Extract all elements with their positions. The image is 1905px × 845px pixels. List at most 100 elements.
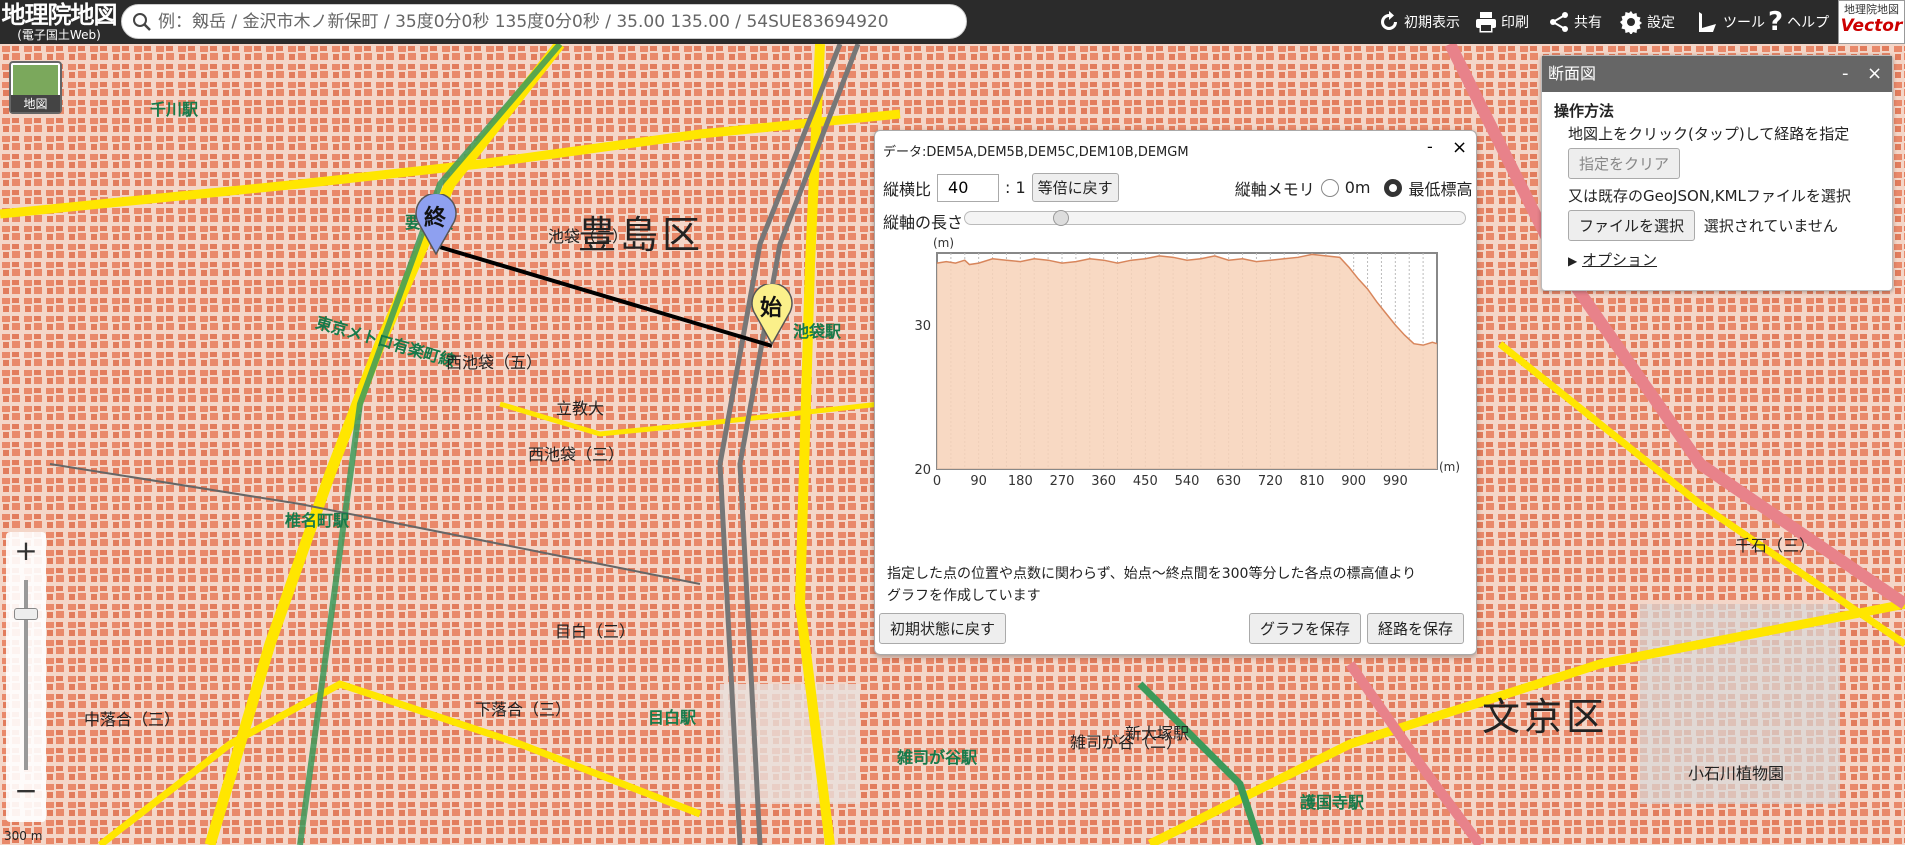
japan-map-icon [13, 65, 58, 99]
vertical-length-knob[interactable] [1053, 210, 1069, 226]
share-label: 共有 [1574, 15, 1602, 31]
radio-0m-label: 0m [1344, 178, 1371, 197]
options-link[interactable]: オプション [1582, 251, 1657, 269]
vector-line2: Vector [1840, 16, 1903, 36]
elevation-chart: 0 90 180 270 360 450 540 630 720 810 900 990 20 30 (m)… [914, 236, 1460, 489]
vector-map-button[interactable]: 地理院地図 Vector [1838, 0, 1905, 44]
vertical-memory-label: 縦軸メモリ [1234, 179, 1315, 199]
search-icon[interactable] [132, 12, 152, 32]
question-icon: ? [1768, 7, 1784, 37]
radio-0m[interactable] [1320, 178, 1339, 197]
chart-x-tick-label: 450 [1133, 474, 1158, 489]
search-input[interactable] [156, 7, 956, 36]
profile-tool-header[interactable]: 断面図 - × [1542, 56, 1892, 92]
reset-ratio-button[interactable]: 等倍に戻す [1031, 173, 1119, 202]
chart-x-tick-label: 270 [1050, 474, 1075, 489]
settings-label: 設定 [1647, 15, 1675, 31]
minimize-icon[interactable]: - [1427, 137, 1433, 156]
layer-button-label: 地図 [11, 95, 60, 112]
share-icon [1550, 12, 1568, 32]
chart-x-tick-label: 180 [1008, 474, 1033, 489]
search-box [121, 4, 967, 39]
reset-initial-button[interactable]: 初期状態に戻す [879, 613, 1007, 644]
chart-y-tick-label: 30 [914, 319, 931, 334]
share-button[interactable]: 共有 [1548, 6, 1602, 38]
chart-x-tick-label: 900 [1341, 474, 1366, 489]
logo-title: 地理院地図 [1, 1, 118, 29]
station-label-mejiro[interactable]: 目白駅 [648, 704, 696, 728]
tools-button[interactable]: ツール [1697, 6, 1765, 38]
file-status-text: 選択されていません [1703, 217, 1838, 235]
chart-y-tick-label: 20 [914, 463, 931, 478]
vector-line1: 地理院地図 [1844, 3, 1899, 16]
area-label-nishi-ikebukuro-3: 西池袋（三） [528, 445, 625, 464]
area-label-mejiro-3: 目白（三） [555, 622, 636, 641]
file-select-button[interactable]: ファイルを選択 [1568, 210, 1696, 241]
scale-bar-label: 300 m [4, 829, 43, 843]
settings-button[interactable]: 設定 [1619, 6, 1675, 38]
area-label-naka-ochiai: 中落合（三） [84, 710, 181, 729]
zoom-out-button[interactable]: − [6, 772, 46, 812]
print-label: 印刷 [1501, 15, 1529, 31]
aspect-ratio-suffix: : 1 [1005, 178, 1026, 197]
help-label: ヘルプ [1787, 15, 1830, 31]
file-instruction-text: 又は既存のGeoJSON,KMLファイルを選択 [1568, 187, 1851, 205]
note-line-2: グラフを作成しています [887, 588, 1041, 604]
layer-button[interactable]: 地図 [9, 61, 62, 114]
vertical-length-label: 縦軸の長さ [883, 213, 964, 232]
chart-x-tick-label: 810 [1300, 474, 1325, 489]
aspect-ratio-input[interactable] [937, 173, 1000, 202]
chart-area-fill [937, 254, 1437, 469]
triangle-right-icon[interactable]: ▶ [1568, 254, 1577, 268]
save-route-button[interactable]: 経路を保存 [1367, 613, 1465, 644]
chart-x-tick-label: 90 [970, 474, 987, 489]
end-marker-label: 終 [424, 206, 447, 231]
reset-view-button[interactable]: 初期表示 [1378, 6, 1460, 38]
tools-icon [1699, 12, 1716, 32]
app-logo[interactable]: 地理院地図 (電子国土Web) [0, 0, 118, 44]
chart-x-tick-label: 720 [1258, 474, 1283, 489]
reset-view-label: 初期表示 [1404, 15, 1460, 31]
help-button[interactable]: ? ヘルプ [1768, 6, 1829, 38]
minimize-icon[interactable]: - [1842, 56, 1849, 92]
close-icon[interactable]: × [1452, 137, 1467, 158]
clear-route-button[interactable]: 指定をクリア [1568, 148, 1681, 179]
chart-x-tick-label: 630 [1216, 474, 1241, 489]
area-label-koishikawa-garden: 小石川植物園 [1688, 764, 1785, 783]
profile-graph-panel: データ:DEM5A,DEM5B,DEM5C,DEM10B,DEMGM - × 縦… [874, 130, 1477, 655]
area-label-ikebukuro-2: 池袋（二） [548, 227, 629, 246]
area-label-rikkyo: 立教大 [556, 399, 605, 418]
station-label-gokokuji[interactable]: 護国寺駅 [1300, 789, 1364, 813]
data-source-label: データ:DEM5A,DEM5B,DEM5C,DEM10B,DEMGM [883, 145, 1189, 160]
radio-min-elevation[interactable] [1384, 178, 1403, 197]
logo-subtitle: (電子国土Web) [17, 28, 101, 42]
aspect-ratio-label: 縦横比 [883, 179, 932, 199]
profile-tool-panel: 断面図 - × 操作方法 地図上をクリック(タップ)して経路を指定 指定をクリア… [1541, 55, 1893, 291]
save-graph-button[interactable]: グラフを保存 [1249, 613, 1362, 644]
zoom-slider-knob[interactable] [14, 608, 38, 620]
station-label-senkawa[interactable]: 千川駅 [150, 96, 198, 120]
station-label-shiinamachi[interactable]: 椎名町駅 [285, 507, 349, 531]
print-button[interactable]: 印刷 [1475, 6, 1529, 38]
top-bar: 地理院地図 (電子国土Web) 初期表示 印刷 共有 設定 ツール ? ヘルプ … [0, 0, 1905, 44]
zoom-in-button[interactable]: + [6, 532, 46, 572]
area-label-sengoku: 千石（三） [1735, 536, 1816, 555]
chart-x-axis-label: (m) [1439, 460, 1460, 474]
howto-heading: 操作方法 [1554, 102, 1615, 120]
area-label-shimo-ochiai: 下落合（三） [475, 700, 572, 719]
station-label-zoshigaya[interactable]: 雑司が谷駅 [897, 744, 977, 768]
station-label-ikebukuro[interactable]: 池袋駅 [793, 318, 841, 342]
profile-tool-title: 断面図 [1548, 64, 1597, 83]
chart-x-tick-label: 990 [1383, 474, 1408, 489]
tools-label: ツール [1723, 15, 1765, 31]
chart-x-tick-label: 0 [933, 474, 941, 489]
printer-icon [1476, 12, 1496, 33]
instruction-text: 地図上をクリック(タップ)して経路を指定 [1568, 125, 1850, 143]
zoom-control: + − [6, 532, 46, 822]
area-label-nishi-ikebukuro-5: 西池袋（五） [446, 353, 543, 372]
chart-y-axis-label: (m) [933, 236, 954, 250]
chart-x-tick-label: 360 [1091, 474, 1116, 489]
vertical-length-slider[interactable] [964, 210, 1466, 226]
close-icon[interactable]: × [1867, 56, 1882, 92]
start-marker-label: 始 [760, 296, 783, 321]
